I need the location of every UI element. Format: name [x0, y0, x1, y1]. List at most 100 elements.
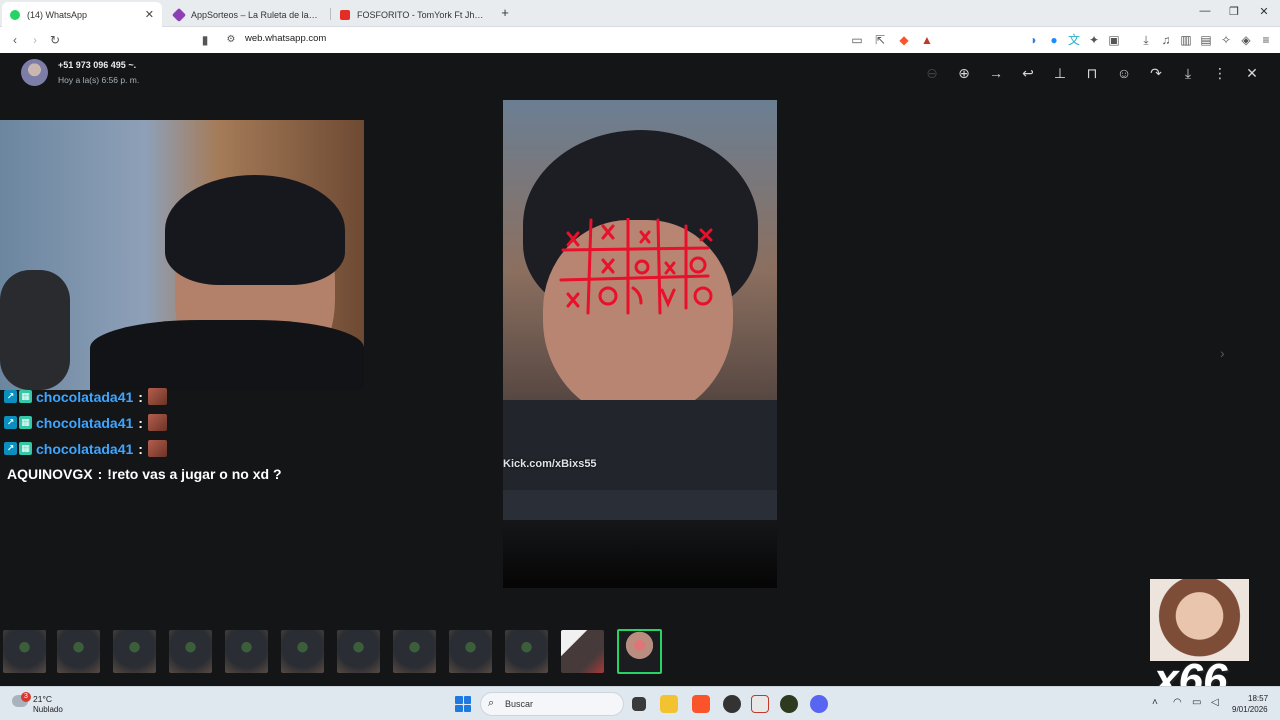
chat-message: ↗ ▦ chocolatada41 : [4, 414, 167, 431]
chat-message: AQUINOVGX : !reto vas a jugar o no xd ? [7, 466, 282, 482]
site-info-icon[interactable]: ⚙ [223, 32, 239, 48]
wifi-icon[interactable]: ◠ [1173, 697, 1182, 708]
emote-combo-image [1150, 579, 1249, 661]
taskbar-search[interactable]: ⌕ Buscar [480, 692, 624, 716]
extensions-puzzle-icon[interactable]: ✦ [1086, 32, 1102, 48]
search-placeholder: Buscar [505, 699, 534, 709]
app-icon[interactable] [780, 695, 798, 713]
bookmark-star-icon[interactable]: ⊓ [1083, 65, 1101, 81]
extension-icon[interactable]: ◗ [1026, 32, 1042, 48]
media-thumbnail[interactable] [505, 630, 548, 673]
translate-icon[interactable]: 文 [1066, 32, 1082, 48]
volume-icon[interactable]: ◁ [1211, 697, 1219, 708]
start-button[interactable] [455, 696, 471, 712]
media-icon[interactable]: ♫ [1158, 32, 1174, 48]
more-options-icon[interactable]: ⋮ [1211, 65, 1229, 81]
emote-icon [147, 388, 167, 405]
close-viewer-icon[interactable]: ✕ [1243, 65, 1261, 81]
tab-youtube[interactable]: FOSFORITO - TomYork Ft Jhowix, El C [332, 2, 492, 27]
brave-rewards-icon[interactable]: ▲ [919, 32, 935, 48]
network-icon[interactable]: ▭ [1192, 697, 1201, 708]
reply-icon[interactable]: ↩ [1019, 65, 1037, 81]
media-thumbnail[interactable] [169, 630, 212, 673]
tray-chevron-icon[interactable]: ˄ [1152, 697, 1158, 708]
pin-icon[interactable]: ⊥ [1051, 65, 1069, 81]
terminal-app-icon[interactable] [632, 697, 646, 711]
chat-badges: ↗ ▦ [4, 416, 32, 429]
restore-icon[interactable]: ❐ [1224, 5, 1244, 18]
zoom-in-icon[interactable]: ⊕ [955, 65, 973, 81]
share-icon[interactable]: ⇱ [872, 32, 888, 48]
brave-browser-icon[interactable] [692, 695, 710, 713]
media-thumbnail[interactable] [561, 630, 604, 673]
chat-separator: : [97, 466, 103, 482]
tab-label: AppSorteos – La Ruleta de la Suerte [191, 9, 318, 20]
chat-separator: : [138, 414, 143, 431]
tab-label: FOSFORITO - TomYork Ft Jhowix, El C [357, 9, 484, 20]
minimize-icon[interactable]: — [1195, 5, 1215, 17]
react-emoji-icon[interactable]: ☺ [1115, 65, 1133, 81]
forward-icon[interactable]: › [27, 32, 43, 48]
media-image[interactable]: Kick.com/xBixs55 [503, 100, 777, 588]
discord-app-icon[interactable] [810, 695, 828, 713]
extension-icon[interactable]: ▣ [1106, 32, 1122, 48]
tab-divider [330, 8, 331, 20]
vpn-icon[interactable]: ◈ [1238, 32, 1254, 48]
whatsapp-favicon-icon [10, 9, 20, 20]
download-icon[interactable]: ⤓ [1179, 65, 1197, 81]
emote-icon [147, 414, 167, 431]
webcam-hair [165, 175, 345, 285]
media-thumbnail[interactable] [393, 630, 436, 673]
menu-icon[interactable]: ≡ [1258, 32, 1274, 48]
webcam-overlay [0, 120, 364, 390]
message-timestamp: Hoy a la(s) 6:56 p. m. [58, 75, 140, 85]
weather-temperature[interactable]: 21°C [33, 694, 52, 704]
url-bar[interactable]: web.whatsapp.com [245, 33, 326, 44]
browser-toolbar: ‹ › ↻ ▮ ⚙ web.whatsapp.com ▭ ⇱ ◆ ▲ ◗ ● 文… [0, 27, 1280, 53]
badge-icon: ↗ [4, 442, 17, 455]
clock-date[interactable]: 9/01/2026 [1232, 705, 1268, 714]
stream-watermark: Kick.com/xBixs55 [503, 458, 597, 470]
clock-time[interactable]: 18:57 [1248, 694, 1268, 703]
cast-icon[interactable]: ▭ [849, 32, 865, 48]
file-explorer-icon[interactable] [660, 695, 678, 713]
new-tab-button[interactable]: + [495, 5, 515, 20]
media-thumbnail[interactable] [3, 630, 46, 673]
zoom-out-icon[interactable]: ⊖ [923, 65, 941, 81]
tab-label: (14) WhatsApp [27, 9, 88, 20]
downloads-icon[interactable]: ⤓ [1138, 32, 1154, 48]
badge-icon: ↗ [4, 416, 17, 429]
notification-badge: 3 [21, 692, 31, 702]
forward-icon[interactable]: ↷ [1147, 65, 1165, 81]
extension-icon[interactable]: ● [1046, 32, 1062, 48]
close-tab-icon[interactable]: ✕ [145, 8, 154, 21]
chat-message: ↗ ▦ chocolatada41 : [4, 388, 167, 405]
avatar[interactable] [21, 59, 48, 86]
next-media-chevron-icon[interactable]: › [1220, 345, 1225, 361]
go-to-message-icon[interactable]: → [987, 65, 1005, 81]
reload-icon[interactable]: ↻ [47, 32, 63, 48]
media-thumbnail[interactable] [113, 630, 156, 673]
media-thumbnail-selected[interactable] [617, 629, 662, 674]
brave-shield-icon[interactable]: ◆ [896, 32, 912, 48]
media-thumbnail[interactable] [337, 630, 380, 673]
media-thumbnail[interactable] [225, 630, 268, 673]
chat-text: !reto vas a jugar o no xd ? [107, 466, 282, 482]
sidebar-icon[interactable]: ▥ [1178, 32, 1194, 48]
back-icon[interactable]: ‹ [7, 32, 23, 48]
tab-appsorteos[interactable]: AppSorteos – La Ruleta de la Suerte [166, 2, 326, 27]
badge-icon: ↗ [4, 390, 17, 403]
media-thumbnail[interactable] [281, 630, 324, 673]
wallet-icon[interactable]: ▤ [1198, 32, 1214, 48]
bookmark-icon[interactable]: ▮ [197, 32, 213, 48]
close-window-icon[interactable]: ✕ [1254, 5, 1274, 18]
media-thumbnail[interactable] [449, 630, 492, 673]
leo-ai-icon[interactable]: ✧ [1218, 32, 1234, 48]
obs-app-icon[interactable] [723, 695, 741, 713]
weather-description[interactable]: Nublado [33, 705, 63, 714]
app-icon[interactable] [751, 695, 769, 713]
webcam-body [90, 320, 364, 390]
tab-whatsapp[interactable]: (14) WhatsApp ✕ [2, 2, 162, 27]
chat-separator: : [138, 388, 143, 405]
media-thumbnail[interactable] [57, 630, 100, 673]
